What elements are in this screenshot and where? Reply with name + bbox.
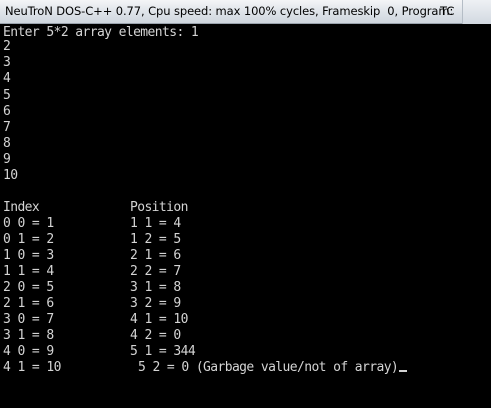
position-cell: 2 2 = 7 <box>130 264 181 279</box>
index-cell: 2 0 = 5 <box>3 280 54 295</box>
window-title-program: TC <box>440 4 455 18</box>
position-cell: 1 2 = 5 <box>130 232 181 247</box>
prompt-line: Enter 5*2 array elements: 1 <box>3 25 199 40</box>
position-cell: 5 1 = 344 <box>130 344 196 359</box>
input-line: 7 <box>3 120 11 135</box>
input-line: 4 <box>3 71 11 86</box>
index-cell: 1 0 = 3 <box>3 248 54 263</box>
input-line: 2 <box>3 39 11 54</box>
position-cell: 4 1 = 10 <box>130 312 188 327</box>
index-cell: 3 0 = 7 <box>3 312 54 327</box>
title-bar-edge <box>462 0 491 24</box>
console-output[interactable]: Enter 5*2 array elements: 1 2 3 4 5 6 7 … <box>0 24 491 408</box>
position-cell: 3 2 = 9 <box>130 296 181 311</box>
index-cell: 4 0 = 9 <box>3 344 54 359</box>
position-cell: 1 1 = 4 <box>130 216 181 231</box>
index-cell: 3 1 = 8 <box>3 328 54 343</box>
position-cell: 4 2 = 0 <box>130 328 181 343</box>
index-cell: 2 1 = 6 <box>3 296 54 311</box>
index-cell: 0 0 = 1 <box>3 216 54 231</box>
last-position-line: 5 2 = 0 (Garbage value/not of array) <box>138 360 408 375</box>
index-header: Index <box>3 200 40 215</box>
index-cell: 1 1 = 4 <box>3 264 54 279</box>
position-header: Position <box>130 200 188 215</box>
position-cell: 2 1 = 6 <box>130 248 181 263</box>
input-line: 9 <box>3 152 11 167</box>
position-cell: 5 2 = 0 (Garbage value/not of array) <box>138 360 399 375</box>
index-cell: 4 1 = 10 <box>3 360 61 375</box>
dos-emulator-window: NeuTroN DOS-C++ 0.77, Cpu speed: max 100… <box>0 0 491 408</box>
index-cell: 0 1 = 2 <box>3 232 54 247</box>
input-line: 10 <box>3 168 18 183</box>
position-cell: 3 1 = 8 <box>130 280 181 295</box>
input-line: 5 <box>3 88 11 103</box>
input-line: 3 <box>3 55 11 70</box>
input-line: 6 <box>3 104 11 119</box>
window-title: NeuTroN DOS-C++ 0.77, Cpu speed: max 100… <box>5 4 454 18</box>
title-bar[interactable]: NeuTroN DOS-C++ 0.77, Cpu speed: max 100… <box>0 0 491 24</box>
input-line: 8 <box>3 136 11 151</box>
text-cursor <box>399 370 408 372</box>
